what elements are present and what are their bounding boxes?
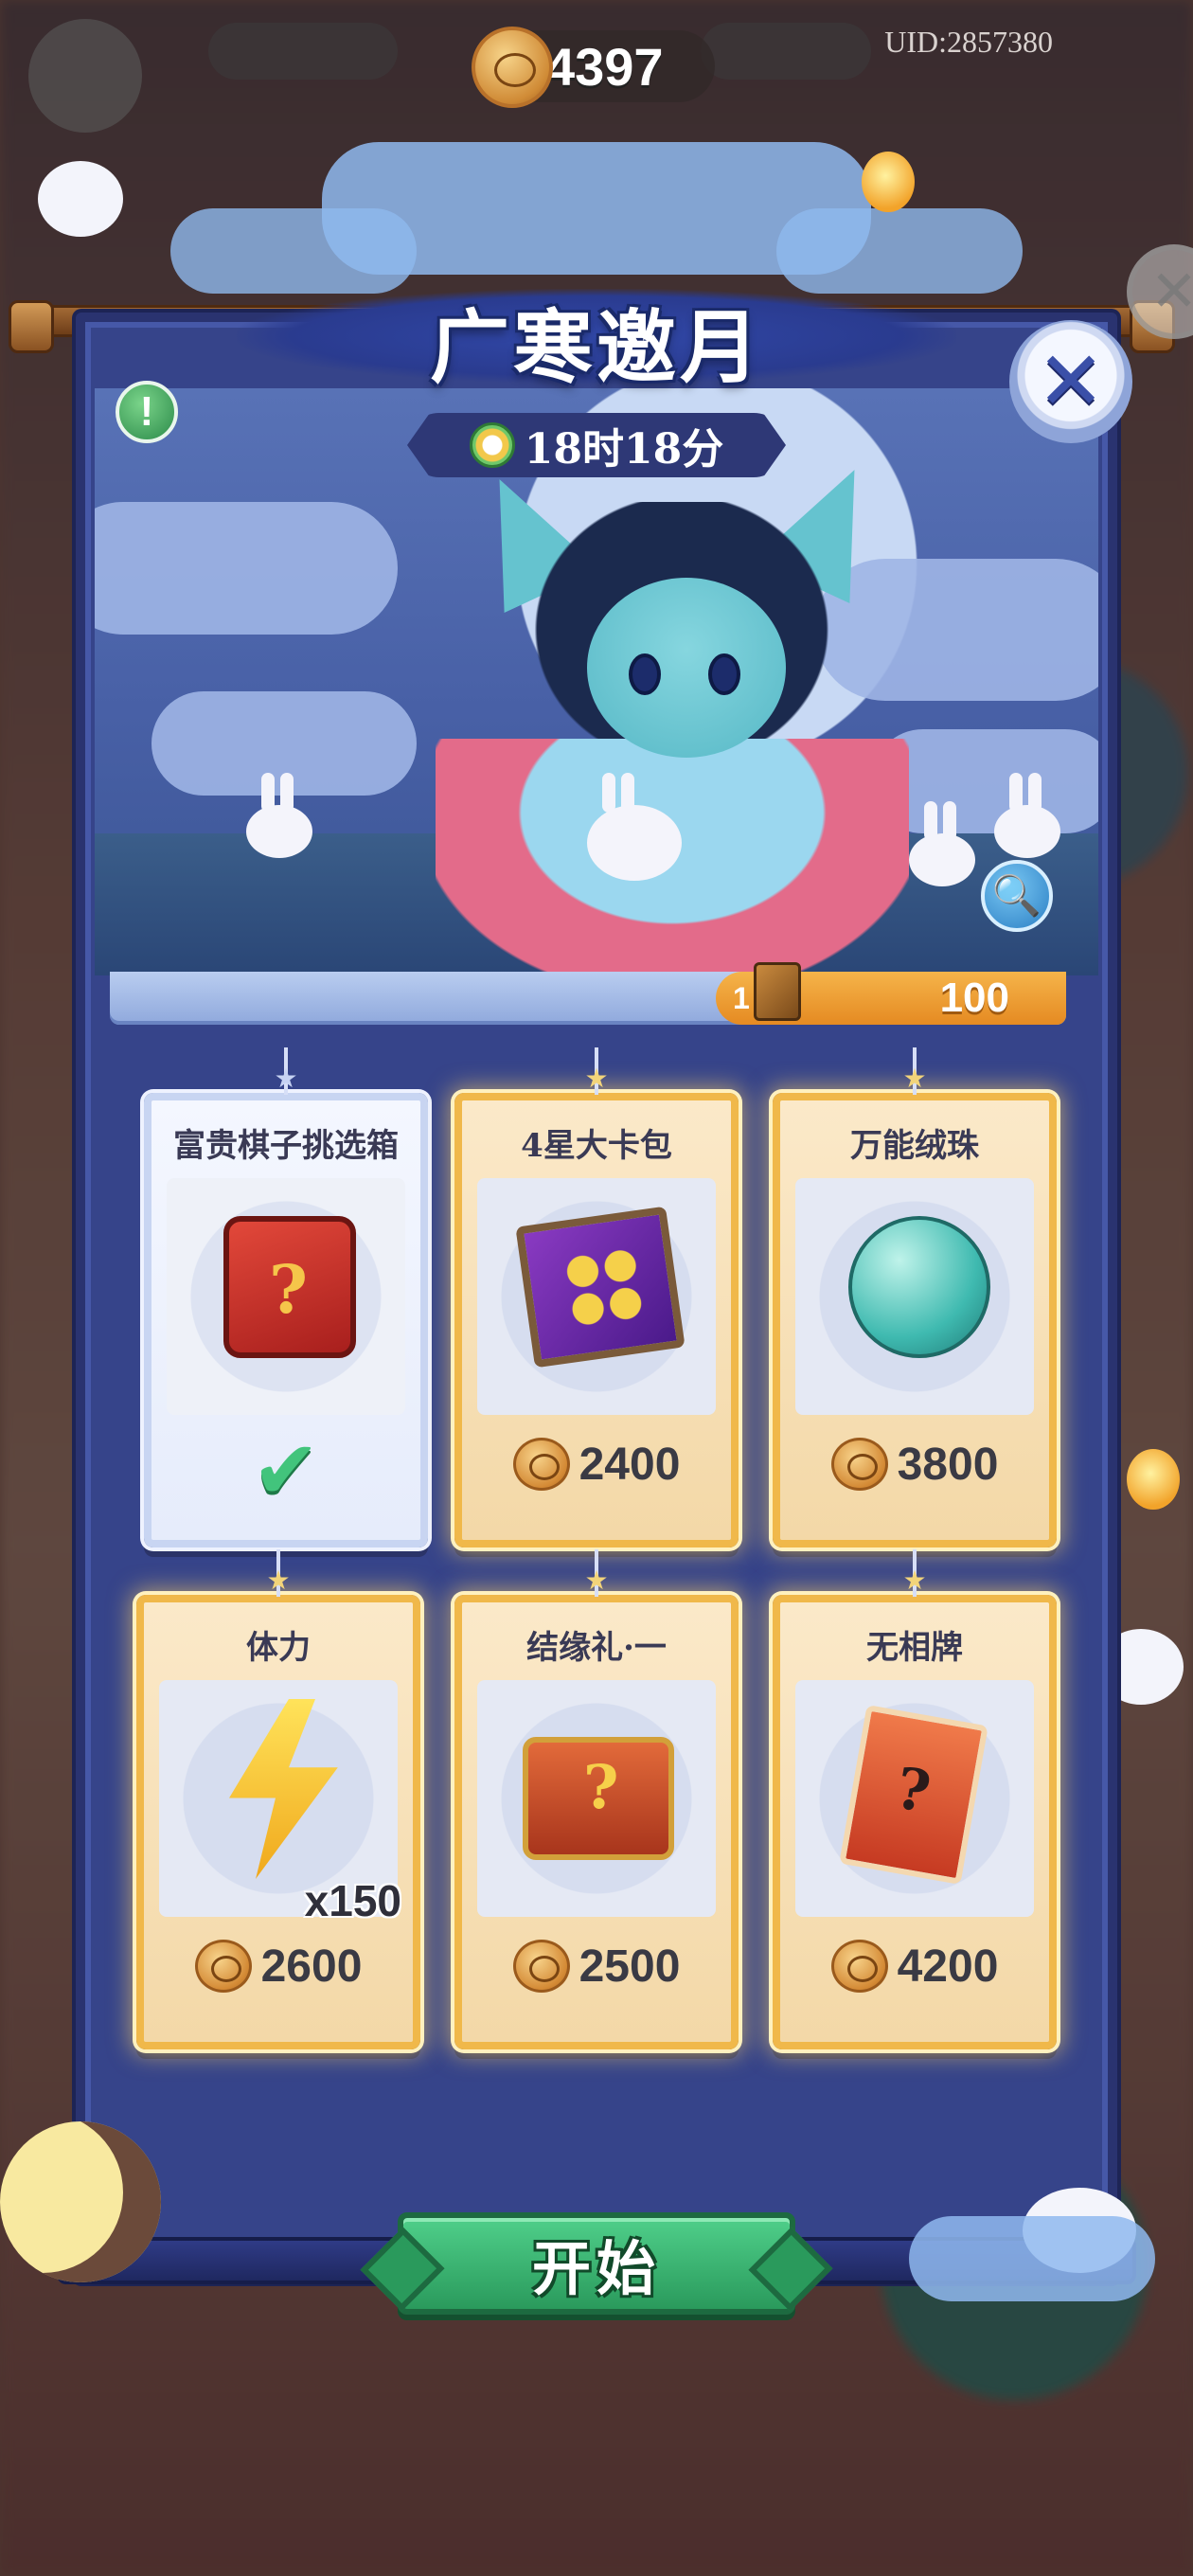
item-quantity: x150 [304,1876,401,1925]
event-timer: 18时18分 [407,413,786,477]
illustration-cloud [95,502,398,635]
card-name: 富贵棋子挑选箱 [173,1127,399,1165]
card-hanger [579,1549,614,1597]
mooncake-coin-icon [512,1940,570,1993]
card-hanger [898,1047,932,1095]
card-name: 无相牌 [866,1629,963,1667]
bunny-figure [246,773,312,858]
reward-card[interactable]: 万能绒珠 3800 [773,1047,1057,1547]
mooncake-icon [472,27,553,108]
card-price-row: 2400 [462,1438,731,1491]
card-price: 2500 [579,1941,681,1992]
card-hanger [261,1549,295,1597]
magnify-icon: 🔍 [991,872,1042,919]
red-box-icon [223,1216,356,1358]
fairy-eye [629,653,661,695]
mooncake-coin-icon [830,1438,888,1491]
reward-card[interactable]: 体力 x150 2600 [136,1549,420,2049]
card-image-box [477,1680,716,1917]
card-image-box [477,1178,716,1415]
bunny-decoration-top-left [38,161,123,237]
start-button[interactable]: 开始 [398,2212,795,2315]
treasure-chest-icon [523,1737,674,1860]
bottom-cloud-deco [909,2216,1155,2301]
card-price: 4200 [897,1941,999,1992]
mooncake-coin-icon [194,1940,252,1993]
card-price-row: 3800 [780,1438,1049,1491]
lantern-decoration [862,152,915,212]
start-button-label: 开始 [531,2234,661,2303]
card-pack-small-icon [754,962,801,1021]
clock-icon [469,422,515,468]
mooncake-coin-icon [830,1940,888,1993]
card-image-box [167,1178,405,1415]
fairy-face [587,578,786,758]
bunny-figure [909,801,975,886]
card-hanger [579,1047,614,1095]
close-button[interactable]: ✕ [1009,320,1132,443]
mooncake-currency-value: 4397 [545,37,664,97]
info-button[interactable]: ! [116,381,178,443]
card-name: 万能绒珠 [850,1127,979,1165]
card-name: 4星大卡包 [521,1127,672,1165]
magnify-button[interactable]: 🔍 [981,860,1053,932]
bunny-figure [994,773,1060,858]
card-price: 2600 [260,1941,363,1992]
card-price-row: 4200 [780,1940,1049,1993]
mooncake-coin-icon [512,1438,570,1491]
card-name: 结缘礼·一 [526,1629,667,1667]
card-name: 体力 [246,1629,311,1667]
title-banner: 广寒邀月 [237,270,956,412]
card-hanger [898,1549,932,1597]
crescent-moon-decoration [0,2121,161,2282]
selected-check-icon: ✔ [251,1423,321,1518]
card-pack-icon [515,1206,686,1368]
illustration-cloud [814,559,1098,701]
card-hanger [269,1047,303,1095]
info-icon: ! [139,388,154,435]
close-icon: ✕ [1036,334,1106,429]
progress-count: 1 [733,981,750,1015]
reward-card[interactable]: 富贵棋子挑选箱 ✔ [144,1047,428,1547]
card-price-row: 2600 [144,1940,413,1993]
bunny-figure [587,773,682,881]
progress-bar: 1 100 [110,962,1066,1025]
card-price-row: 2500 [462,1940,731,1993]
progress-target: 1 100 [716,962,1066,1025]
orb-icon [848,1216,990,1358]
top-bar: 4397 UID:2857380 [0,19,1193,123]
card-price: 2400 [579,1439,681,1490]
reward-card[interactable]: 无相牌 4200 [773,1549,1057,2049]
lightning-icon [229,1699,338,1879]
timer-text: 18时18分 [524,425,724,474]
reward-card[interactable]: 4星大卡包 2400 [454,1047,739,1547]
mystery-cards-icon [839,1705,988,1885]
user-id: UID:2857380 [884,25,1053,59]
progress-target-value: 100 [939,975,1009,1021]
reward-card[interactable]: 结缘礼·一 2500 [454,1549,739,2049]
fairy-eye [708,653,740,695]
lantern-decoration [1127,1449,1180,1510]
card-image-box [795,1178,1034,1415]
card-price: 3800 [897,1439,999,1490]
card-image-box [795,1680,1034,1917]
event-title: 广寒邀月 [429,299,763,394]
